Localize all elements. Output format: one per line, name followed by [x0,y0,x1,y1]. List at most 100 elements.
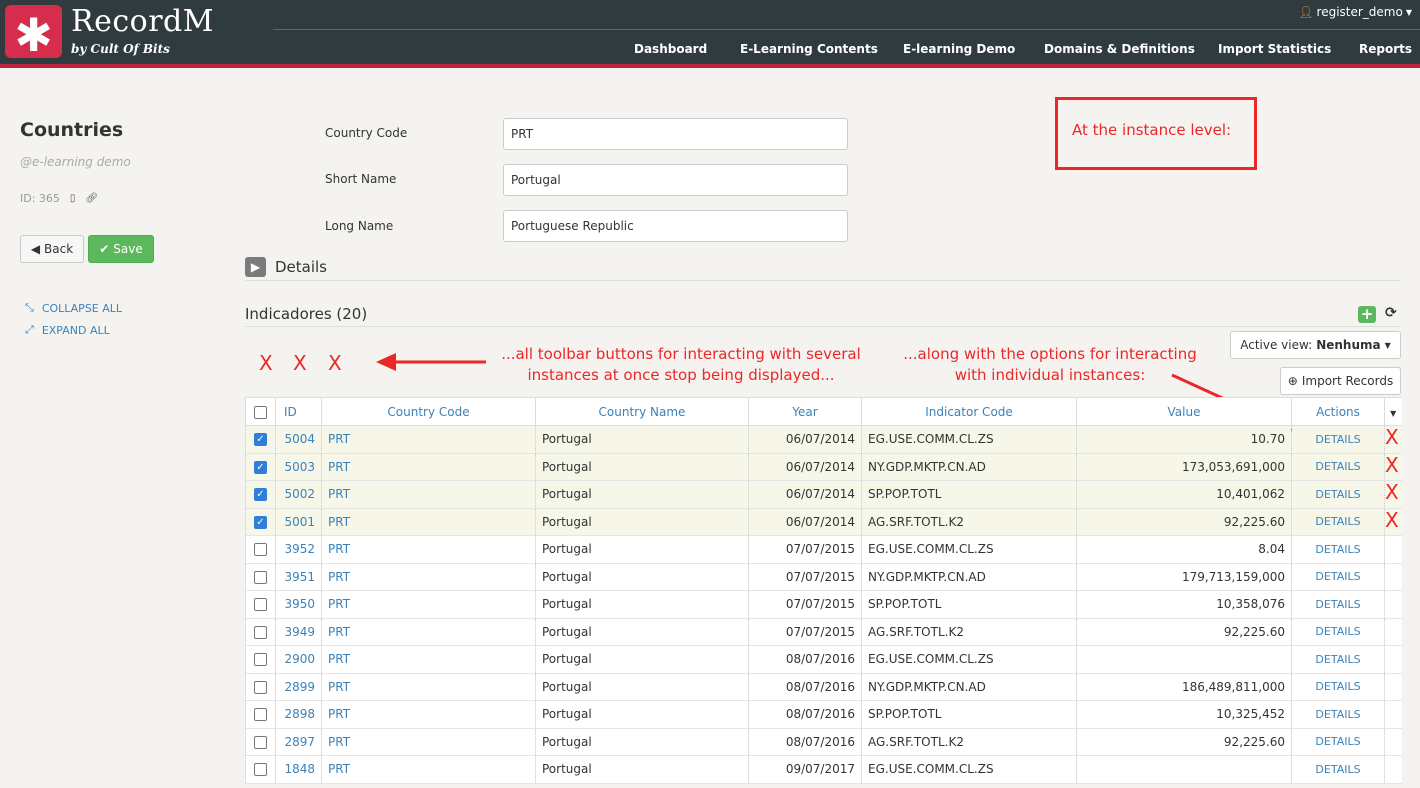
cell-id[interactable]: 3951 [275,563,322,591]
table-row[interactable]: ✓ 5003 PRT Portugal 06/07/2014 NY.GDP.MKTP.CN… [245,453,1402,481]
details-link[interactable]: DETAILS [1291,425,1385,454]
row-select-cell: ✓ [245,480,276,509]
row-checkbox[interactable]: ✓ [254,488,267,502]
cell-id[interactable]: 2900 [275,645,322,674]
nav-e-learning-contents[interactable]: E-Learning Contents [740,42,878,56]
details-link[interactable]: DETAILS [1291,673,1385,701]
cell-id[interactable]: 5004 [275,425,322,454]
row-checkbox[interactable] [254,570,267,584]
nav-import-statistics[interactable]: Import Statistics [1218,42,1331,56]
row-checkbox[interactable] [254,653,267,667]
details-link[interactable]: DETAILS [1291,728,1385,756]
details-link[interactable]: DETAILS [1291,755,1385,784]
chevron-down-icon[interactable]: ▼ [1390,409,1396,418]
chevron-right-icon[interactable]: ▶ [245,257,266,277]
cell-indicator-code: NY.GDP.MKTP.CN.AD [861,453,1077,481]
back-button[interactable]: ◀ Back [20,235,84,263]
row-checkbox[interactable] [254,543,267,557]
table-row[interactable]: 3949 PRT Portugal 07/07/2015 AG.SRF.TOTL.K2 9… [245,618,1402,646]
column-header-year[interactable]: Year [748,397,862,426]
short-name-input[interactable] [503,164,848,196]
cell-id[interactable]: 5003 [275,453,322,481]
row-checkbox[interactable] [254,708,267,722]
row-checkbox[interactable]: ✓ [254,433,267,447]
country-code-input[interactable] [503,118,848,150]
cell-id[interactable]: 3949 [275,618,322,646]
table-row[interactable]: 3952 PRT Portugal 07/07/2015 EG.USE.COMM.CL.… [245,535,1402,564]
row-checkbox[interactable] [254,735,267,749]
table-row[interactable]: 2900 PRT Portugal 08/07/2016 EG.USE.COMM.CL.… [245,645,1402,674]
cell-id[interactable]: 3952 [275,535,322,564]
table-row[interactable]: ✓ 5002 PRT Portugal 06/07/2014 SP.POP.TOTL 10,… [245,480,1402,509]
details-link[interactable]: DETAILS [1291,618,1385,646]
cell-country-code[interactable]: PRT [321,618,536,646]
column-header-indicator-code[interactable]: Indicator Code [861,397,1077,426]
copy-icon[interactable]: ▯ [70,193,76,204]
table-row[interactable]: ✓ 5001 PRT Portugal 06/07/2014 AG.SRF.TOTL.K2… [245,508,1402,536]
collapse-all-link[interactable]: ⤡ COLLAPSE ALL [25,301,122,315]
cell-country-code[interactable]: PRT [321,425,536,454]
collapse-icon: ⤡ [25,301,34,314]
details-link[interactable]: DETAILS [1291,590,1385,619]
details-section-label[interactable]: Details [275,258,327,276]
row-checkbox[interactable]: ✓ [254,515,267,529]
table-row[interactable]: 3951 PRT Portugal 07/07/2015 NY.GDP.MKTP.CN.… [245,563,1402,591]
import-records-button[interactable]: ⊕ Import Records [1280,367,1401,395]
cell-id[interactable]: 2898 [275,700,322,729]
table-row[interactable]: 2898 PRT Portugal 08/07/2016 SP.POP.TOTL 10,3… [245,700,1402,729]
nav-dashboard[interactable]: Dashboard [634,42,707,56]
row-checkbox[interactable]: ✓ [254,460,267,474]
nav-domains-definitions[interactable]: Domains & Definitions [1044,42,1195,56]
table-row[interactable]: 2899 PRT Portugal 08/07/2016 NY.GDP.MKTP.CN.… [245,673,1402,701]
cell-id[interactable]: 1848 [275,755,322,784]
select-all-checkbox[interactable] [254,405,267,419]
table-row[interactable]: 1848 PRT Portugal 09/07/2017 EG.USE.COMM.CL.… [245,755,1402,784]
cell-country-code[interactable]: PRT [321,590,536,619]
details-link[interactable]: DETAILS [1291,563,1385,591]
cell-country-code[interactable]: PRT [321,508,536,536]
plus-icon[interactable]: + [1358,306,1376,323]
details-link[interactable]: DETAILS [1291,700,1385,729]
cell-id[interactable]: 3950 [275,590,322,619]
row-checkbox[interactable] [254,763,267,777]
active-view-dropdown[interactable]: Active view: Nenhuma ▼ [1230,331,1401,359]
column-header-value[interactable]: Value [1076,397,1292,426]
cell-country-code[interactable]: PRT [321,673,536,701]
details-link[interactable]: DETAILS [1291,508,1385,536]
details-link[interactable]: DETAILS [1291,480,1385,509]
cell-country-code[interactable]: PRT [321,645,536,674]
details-link[interactable]: DETAILS [1291,453,1385,481]
nav-e-learning-demo[interactable]: E-learning Demo [903,42,1015,56]
link-icon[interactable]: 🔗︎ [85,193,98,204]
row-checkbox[interactable] [254,680,267,694]
table-row[interactable]: ✓ 5004 PRT Portugal 06/07/2014 EG.USE.COMM.CL… [245,425,1402,454]
cell-id[interactable]: 2897 [275,728,322,756]
cell-country-code[interactable]: PRT [321,755,536,784]
table-row[interactable]: 3950 PRT Portugal 07/07/2015 SP.POP.TOTL 10,3… [245,590,1402,619]
column-header-id[interactable]: ID [275,397,322,426]
row-checkbox[interactable] [254,598,267,612]
column-header-country-name[interactable]: Country Name [535,397,749,426]
column-header-country-code[interactable]: Country Code [321,397,536,426]
long-name-input[interactable] [503,210,848,242]
cell-country-code[interactable]: PRT [321,453,536,481]
cell-id[interactable]: 5001 [275,508,322,536]
cell-country-code[interactable]: PRT [321,563,536,591]
nav-reports[interactable]: Reports [1359,42,1412,56]
cell-country-code[interactable]: PRT [321,728,536,756]
details-link[interactable]: DETAILS [1291,535,1385,564]
refresh-icon[interactable]: ⟳ [1385,305,1397,321]
row-checkbox[interactable] [254,625,267,639]
details-link[interactable]: DETAILS [1291,645,1385,674]
row-select-cell [245,700,276,729]
user-menu[interactable]: 👤︎ register_demo ▼ [1298,5,1412,19]
cell-country-code[interactable]: PRT [321,535,536,564]
save-button[interactable]: ✔ Save [88,235,154,263]
table-row[interactable]: 2897 PRT Portugal 08/07/2016 AG.SRF.TOTL.K2 9… [245,728,1402,756]
expand-all-link[interactable]: ⤢ EXPAND ALL [25,323,110,337]
cell-country-code[interactable]: PRT [321,700,536,729]
cell-id[interactable]: 2899 [275,673,322,701]
cell-id[interactable]: 5002 [275,480,322,509]
cell-country-code[interactable]: PRT [321,480,536,509]
logo-icon[interactable]: ✱ [5,5,62,62]
